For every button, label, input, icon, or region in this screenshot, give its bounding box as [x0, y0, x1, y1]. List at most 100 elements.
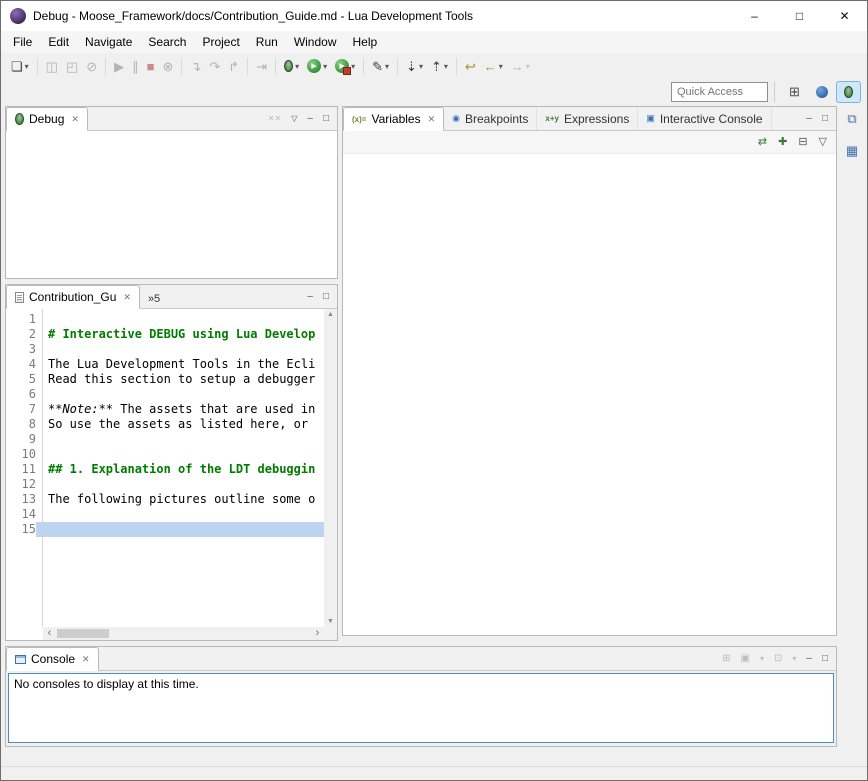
last-edit-location-button[interactable]: ↩: [462, 55, 479, 77]
show-logical-structures-icon[interactable]: ✚: [778, 137, 787, 148]
ldt-perspective-button[interactable]: [809, 81, 834, 103]
line-number[interactable]: 14: [6, 507, 36, 522]
menu-file[interactable]: File: [5, 31, 40, 53]
hidden-editors-chevron[interactable]: »5: [140, 285, 168, 308]
tab-breakpoints[interactable]: ◉ Breakpoints: [444, 107, 537, 130]
close-icon[interactable]: ✕: [82, 654, 90, 665]
debug-button[interactable]: ▾: [281, 55, 302, 77]
line-number[interactable]: 10: [6, 447, 36, 462]
tab-console-label: Console: [31, 652, 75, 666]
step-into-button[interactable]: ↴: [187, 55, 204, 77]
menu-help[interactable]: Help: [345, 31, 386, 53]
step-return-button[interactable]: ↱: [225, 55, 242, 77]
close-icon[interactable]: ✕: [123, 292, 131, 303]
menu-edit[interactable]: Edit: [40, 31, 77, 53]
pin-console-icon[interactable]: ⊡: [774, 654, 782, 664]
tab-contribution-guide[interactable]: Contribution_Gu ✕: [6, 285, 140, 309]
line-number[interactable]: 3: [6, 342, 36, 357]
forward-button[interactable]: →▾: [508, 55, 533, 77]
code-lines[interactable]: 1 2# Interactive DEBUG using Lua Develop…: [6, 309, 324, 627]
search-button[interactable]: ✎▾: [369, 55, 392, 77]
disconnect-button[interactable]: ⊗: [160, 55, 177, 77]
line-number[interactable]: 9: [6, 432, 36, 447]
tab-interactive-console[interactable]: ▣ Interactive Console: [638, 107, 771, 130]
menu-window[interactable]: Window: [286, 31, 345, 53]
line-number[interactable]: 7: [6, 402, 36, 417]
scroll-right-icon[interactable]: ›: [311, 627, 324, 640]
vertical-scrollbar[interactable]: ▲ ▼: [324, 309, 337, 627]
restore-view-icon[interactable]: ⧉: [847, 111, 856, 127]
use-step-filters-button[interactable]: ⇥: [253, 55, 270, 77]
save-all-button[interactable]: ◰: [63, 55, 81, 77]
editor-line: 3: [6, 342, 324, 357]
minimize-view-icon[interactable]: –: [806, 654, 812, 664]
remove-all-terminated-icon[interactable]: ✕✕: [268, 115, 281, 123]
resume-button[interactable]: ▶: [111, 55, 127, 77]
chevron-down-icon[interactable]: ▾: [792, 655, 796, 663]
menu-project[interactable]: Project: [194, 31, 247, 53]
scroll-down-icon[interactable]: ▼: [327, 616, 334, 627]
maximize-view-icon[interactable]: □: [323, 292, 329, 302]
close-icon[interactable]: ✕: [71, 114, 79, 125]
external-tools-button[interactable]: ▶▾: [332, 55, 358, 77]
tab-expressions[interactable]: x+y Expressions: [537, 107, 638, 130]
console-output: No consoles to display at this time.: [8, 673, 834, 743]
line-number[interactable]: 12: [6, 477, 36, 492]
run-button[interactable]: ▶▾: [304, 55, 330, 77]
line-number[interactable]: 15: [6, 522, 36, 537]
maximize-view-icon[interactable]: □: [822, 654, 828, 664]
line-number[interactable]: 13: [6, 492, 36, 507]
view-menu-icon[interactable]: ▽: [291, 115, 297, 123]
line-number[interactable]: 4: [6, 357, 36, 372]
toolbar-separator: [275, 58, 276, 75]
sash-drag-handle[interactable]: [596, 751, 599, 766]
collapse-all-icon[interactable]: ⊟: [798, 137, 807, 148]
tab-debug[interactable]: Debug ✕: [6, 107, 88, 131]
scrollbar-thumb[interactable]: [57, 629, 109, 638]
minimize-view-icon[interactable]: –: [806, 114, 812, 124]
line-number[interactable]: 6: [6, 387, 36, 402]
line-number[interactable]: 1: [6, 312, 36, 327]
window-close-button[interactable]: ✕: [822, 1, 867, 31]
line-number[interactable]: 11: [6, 462, 36, 477]
tab-console[interactable]: Console ✕: [6, 647, 99, 671]
minimized-view-icon[interactable]: ▦: [846, 143, 858, 159]
suspend-button[interactable]: ∥: [129, 55, 142, 77]
save-button[interactable]: ◫: [43, 55, 61, 77]
open-console-icon[interactable]: ⊞: [722, 654, 730, 664]
window-minimize-button[interactable]: –: [732, 1, 777, 31]
tab-variables[interactable]: (x)= Variables ✕: [343, 107, 444, 131]
scroll-up-icon[interactable]: ▲: [327, 309, 334, 320]
step-over-button[interactable]: ↷: [206, 55, 223, 77]
editor-text-area[interactable]: 1 2# Interactive DEBUG using Lua Develop…: [6, 309, 337, 640]
line-number[interactable]: 8: [6, 417, 36, 432]
scroll-left-icon[interactable]: ‹: [43, 627, 56, 640]
line-number[interactable]: 2: [6, 327, 36, 342]
menu-navigate[interactable]: Navigate: [77, 31, 140, 53]
chevron-down-icon[interactable]: ▾: [760, 655, 764, 663]
back-button[interactable]: ←▾: [481, 55, 506, 77]
horizontal-scrollbar[interactable]: ‹ ›: [43, 627, 324, 640]
open-perspective-button[interactable]: ⊞: [782, 81, 807, 103]
maximize-view-icon[interactable]: □: [323, 114, 329, 124]
minimize-view-icon[interactable]: –: [307, 292, 313, 302]
menu-search[interactable]: Search: [140, 31, 194, 53]
previous-annotation-button[interactable]: ⇡▾: [428, 55, 451, 77]
search-icon: ✎: [372, 60, 383, 73]
line-number[interactable]: 5: [6, 372, 36, 387]
close-icon[interactable]: ✕: [428, 114, 436, 125]
minimize-view-icon[interactable]: –: [307, 114, 313, 124]
menu-run[interactable]: Run: [248, 31, 286, 53]
show-type-names-icon[interactable]: ⇄: [758, 137, 767, 148]
skip-all-breakpoints-button[interactable]: ⊘: [83, 55, 100, 77]
next-annotation-button[interactable]: ⇣▾: [403, 55, 426, 77]
terminate-button[interactable]: ■: [144, 55, 158, 77]
debug-perspective-button[interactable]: [836, 81, 861, 103]
new-wizard-button[interactable]: ❏▾: [8, 55, 32, 77]
display-selected-console-icon[interactable]: ▣: [741, 654, 750, 664]
window-maximize-button[interactable]: □: [777, 1, 822, 31]
titlebar: Debug - Moose_Framework/docs/Contributio…: [1, 1, 867, 31]
maximize-view-icon[interactable]: □: [822, 114, 828, 124]
quick-access-input[interactable]: [671, 82, 768, 102]
view-menu-icon[interactable]: ▽: [819, 137, 827, 148]
